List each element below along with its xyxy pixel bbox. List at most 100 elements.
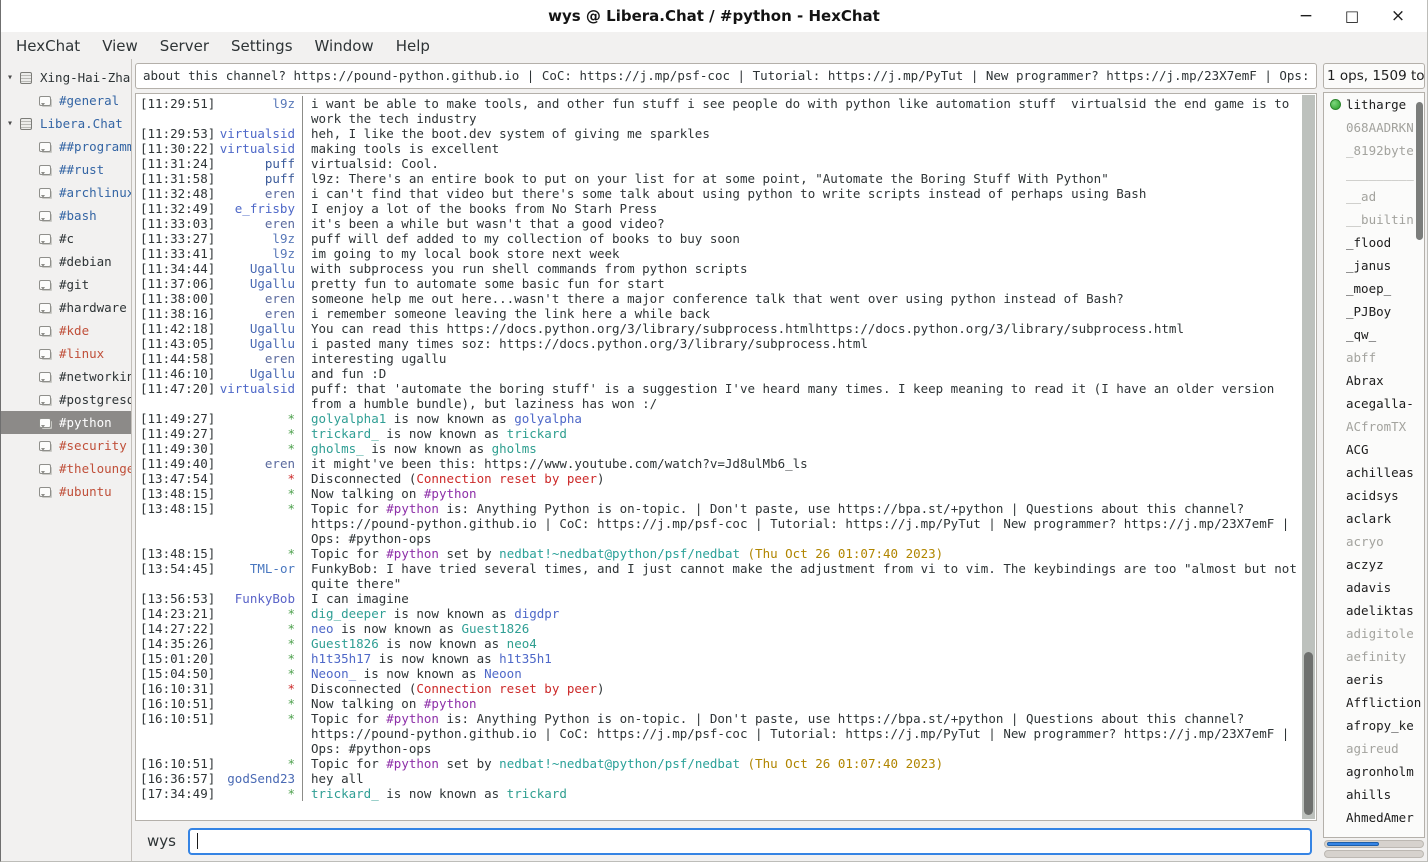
chat-scrollbar[interactable]	[1302, 95, 1315, 819]
sidebar-item--networking[interactable]: #networking	[1, 365, 131, 388]
nick: *	[218, 486, 302, 501]
close-icon[interactable]: ×	[1379, 3, 1417, 29]
minimize-icon[interactable]: −	[1287, 3, 1325, 29]
menu-server[interactable]: Server	[149, 35, 220, 57]
user-list-item[interactable]: _flood	[1324, 231, 1424, 254]
menu-view[interactable]: View	[91, 35, 149, 57]
user-list-item[interactable]: acegalla-	[1324, 392, 1424, 415]
timestamp: [15:01:20]	[140, 651, 218, 666]
chat-scrollbar-thumb[interactable]	[1304, 652, 1313, 815]
sidebar-item--kde[interactable]: #kde	[1, 319, 131, 342]
nick: virtualsid	[218, 381, 302, 411]
sidebar-item-label: #python	[55, 415, 112, 430]
sidebar-item-label: #git	[55, 277, 89, 292]
channel-icon	[35, 96, 55, 106]
sidebar-item-xing-hai-zhan[interactable]: ▾Xing-Hai-Zhan	[1, 66, 131, 89]
timestamp: [16:10:51]	[140, 756, 218, 771]
channel-glyph	[39, 326, 51, 336]
sidebar-item-label: #postgresql	[55, 392, 131, 407]
timestamp: [11:37:06]	[140, 276, 218, 291]
sidebar-item-libera-chat[interactable]: ▾Libera.Chat	[1, 112, 131, 135]
message-text: Neoon_ is now known as Neoon	[302, 666, 1299, 681]
user-list-item[interactable]: aclark	[1324, 507, 1424, 530]
user-list-item[interactable]: Abrax	[1324, 369, 1424, 392]
nick: l9z	[218, 96, 302, 126]
sidebar-item--thelounge[interactable]: #thelounge	[1, 457, 131, 480]
user-list-item[interactable]: _8192byte	[1324, 139, 1424, 162]
sidebar-item--archlinux[interactable]: #archlinux	[1, 181, 131, 204]
user-list-item[interactable]: acryo	[1324, 530, 1424, 553]
sidebar-item--programming[interactable]: ##programming	[1, 135, 131, 158]
user-list-item[interactable]: ACG	[1324, 438, 1424, 461]
user-list-item[interactable]: achilleas	[1324, 461, 1424, 484]
sidebar-item-label: #general	[55, 93, 119, 108]
sidebar-item--python[interactable]: #python	[1, 411, 131, 434]
expander-icon[interactable]: ▾	[1, 72, 16, 83]
menu-hexchat[interactable]: HexChat	[5, 35, 91, 57]
user-list-item[interactable]: AhmedAmer	[1324, 806, 1424, 829]
user-list-item[interactable]: agronholm	[1324, 760, 1424, 783]
user-list-item[interactable]: _________	[1324, 162, 1424, 185]
expander-icon[interactable]: ▾	[1, 118, 16, 129]
user-list-item[interactable]: ACfromTX	[1324, 415, 1424, 438]
sidebar-item--bash[interactable]: #bash	[1, 204, 131, 227]
nick: *	[218, 501, 302, 546]
menu-window[interactable]: Window	[304, 35, 385, 57]
user-list-item[interactable]: _moep_	[1324, 277, 1424, 300]
nick: *	[218, 411, 302, 426]
nick: Ugallu	[218, 276, 302, 291]
user-list-item[interactable]: ahills	[1324, 783, 1424, 806]
user-list-item[interactable]: aczyz	[1324, 553, 1424, 576]
user-list-item[interactable]: abff	[1324, 346, 1424, 369]
sidebar-item--rust[interactable]: ##rust	[1, 158, 131, 181]
menu-help[interactable]: Help	[385, 35, 441, 57]
sidebar-item-label: #thelounge	[55, 461, 131, 476]
sidebar-item-label: #kde	[55, 323, 89, 338]
user-list-item[interactable]: aefinity	[1324, 645, 1424, 668]
user-list-item[interactable]: _qw_	[1324, 323, 1424, 346]
channel-icon	[35, 487, 55, 497]
user-list-item[interactable]: adigitole	[1324, 622, 1424, 645]
user-list-item[interactable]: 068AADRKN	[1324, 116, 1424, 139]
user-list-item[interactable]: adeliktas	[1324, 599, 1424, 622]
sidebar-item--c[interactable]: #c	[1, 227, 131, 250]
chat-line: [14:23:21]*dig_deeper is now known as di…	[140, 606, 1299, 621]
sidebar-item--ubuntu[interactable]: #ubuntu	[1, 480, 131, 503]
user-list-item[interactable]: litharge	[1324, 93, 1424, 116]
sidebar-item--general[interactable]: #general	[1, 89, 131, 112]
user-list-item[interactable]: adavis	[1324, 576, 1424, 599]
message-text: I enjoy a lot of the books from No Starh…	[302, 201, 1299, 216]
channel-icon	[35, 372, 55, 382]
nick: *	[218, 471, 302, 486]
sidebar-item-label: #linux	[55, 346, 104, 361]
user-list-item[interactable]: _janus	[1324, 254, 1424, 277]
user-list-item[interactable]: acidsys	[1324, 484, 1424, 507]
message-text: Guest1826 is now known as neo4	[302, 636, 1299, 651]
sidebar-item--hardware[interactable]: #hardware	[1, 296, 131, 319]
user-list-item[interactable]: agireud	[1324, 737, 1424, 760]
message-input[interactable]	[188, 828, 1312, 855]
user-list-item[interactable]: Affliction	[1324, 691, 1424, 714]
timestamp: [14:23:21]	[140, 606, 218, 621]
timestamp: [11:33:03]	[140, 216, 218, 231]
user-list-item[interactable]: aeris	[1324, 668, 1424, 691]
sidebar-item--linux[interactable]: #linux	[1, 342, 131, 365]
topic-bar[interactable]: about this channel? https://pound-python…	[135, 63, 1317, 89]
menu-settings[interactable]: Settings	[220, 35, 304, 57]
user-list-item[interactable]: __builtin	[1324, 208, 1424, 231]
chat-line: [11:34:44]Ugalluwith subprocess you run …	[140, 261, 1299, 276]
userlist-scrollbar-thumb[interactable]	[1416, 102, 1423, 240]
sidebar-item--security[interactable]: #security	[1, 434, 131, 457]
sidebar-item--debian[interactable]: #debian	[1, 250, 131, 273]
user-list-item[interactable]: afropy_ke	[1324, 714, 1424, 737]
nick: *	[218, 426, 302, 441]
user-list-item[interactable]: __ad	[1324, 185, 1424, 208]
user-list-item[interactable]: _PJBoy	[1324, 300, 1424, 323]
chat-line: [11:49:27]*trickard_ is now known as tri…	[140, 426, 1299, 441]
message-text: with subprocess you run shell commands f…	[302, 261, 1299, 276]
chat-line: [11:43:05]Ugallui pasted many times soz:…	[140, 336, 1299, 351]
maximize-icon[interactable]: □	[1333, 3, 1371, 29]
sidebar-item--postgresql[interactable]: #postgresql	[1, 388, 131, 411]
timestamp: [11:49:30]	[140, 441, 218, 456]
sidebar-item--git[interactable]: #git	[1, 273, 131, 296]
